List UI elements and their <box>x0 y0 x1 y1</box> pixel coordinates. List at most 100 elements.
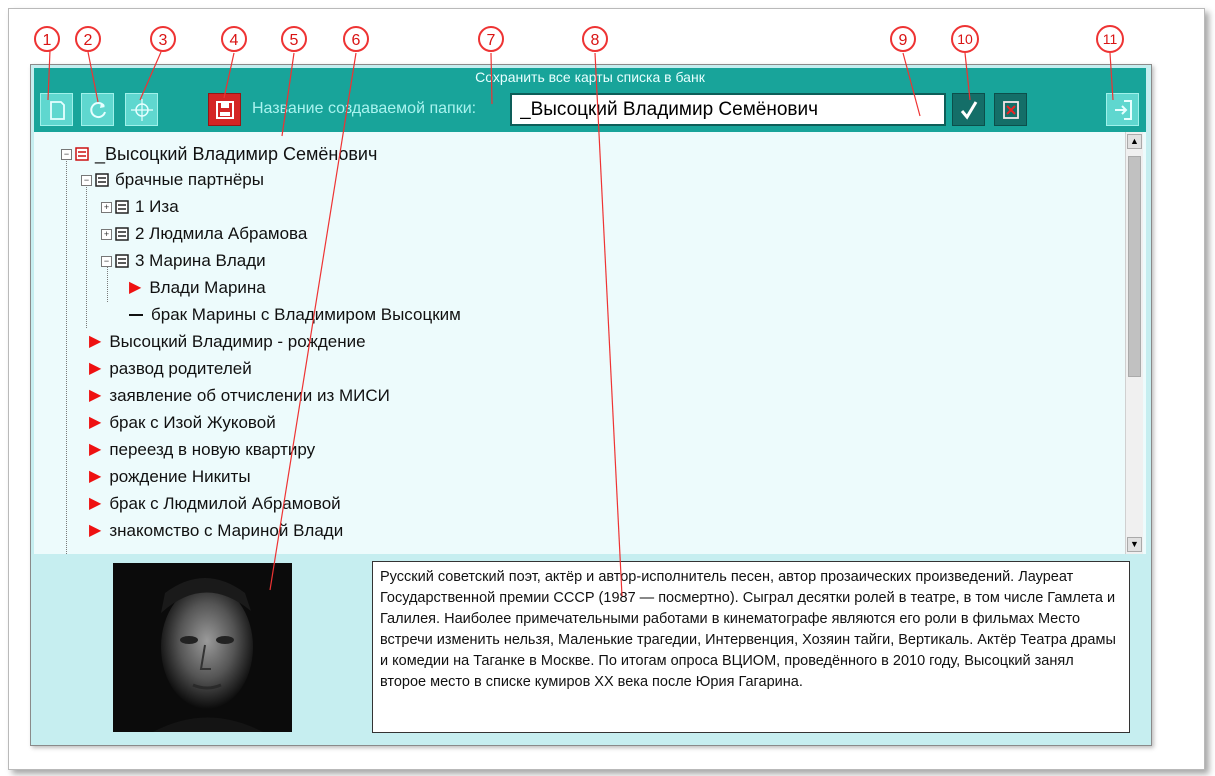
collapse-icon[interactable]: − <box>61 148 72 160</box>
svg-text:8: 8 <box>591 32 600 49</box>
red-triangle-icon: ▶ <box>89 360 102 377</box>
tree-node-partner-1[interactable]: + 1 Иза <box>101 194 179 220</box>
svg-text:2: 2 <box>84 32 93 49</box>
tree-event-label: брак с Изой Жуковой <box>109 413 276 432</box>
callout-9: 9 <box>890 26 916 52</box>
callout-6: 6 <box>343 26 369 52</box>
save-icon <box>215 100 234 119</box>
scroll-up-icon[interactable]: ▲ <box>1127 134 1142 149</box>
expand-icon[interactable]: + <box>101 201 112 213</box>
tree-node-label: брачные партнёры <box>115 170 264 189</box>
red-triangle-icon: ▶ <box>89 333 102 350</box>
folder-icon <box>95 173 109 187</box>
folder-icon <box>115 227 129 241</box>
svg-text:5: 5 <box>290 32 299 49</box>
tree-node-partner-3[interactable]: − 3 Марина Влади <box>101 248 266 274</box>
tree-card-marina[interactable]: ▶ Влади Марина <box>129 275 266 301</box>
cards-tree: − _Высоцкий Владимир Семёнович − брачные… <box>34 132 1146 554</box>
tree-node-partners[interactable]: − брачные партнёры <box>81 167 264 193</box>
callout-4: 4 <box>221 26 247 52</box>
svg-text:1: 1 <box>43 32 52 49</box>
svg-text:3: 3 <box>159 32 168 49</box>
card-description: Русский советский поэт, актёр и автор-ис… <box>372 561 1130 733</box>
tree-event-label: Высоцкий Владимир - рождение <box>109 332 366 351</box>
portrait-photo <box>113 563 292 732</box>
tree-card-marriage[interactable]: брак Марины с Владимиром Высоцким <box>129 302 461 328</box>
svg-text:7: 7 <box>487 32 496 49</box>
red-folder-icon <box>75 147 89 161</box>
tree-event[interactable]: ▶ Высоцкий Владимир - рождение <box>89 329 366 355</box>
red-triangle-icon: ▶ <box>89 522 102 539</box>
tree-event-label: заявление об отчислении из МИСИ <box>109 386 390 405</box>
callout-3: 3 <box>150 26 176 52</box>
dash-icon <box>129 314 143 316</box>
cancel-button[interactable] <box>994 93 1027 126</box>
callout-8: 8 <box>582 26 608 52</box>
red-triangle-icon: ▶ <box>89 387 102 404</box>
tree-card-label: Влади Марина <box>149 278 266 297</box>
tree-event[interactable]: ▶ развод родителей <box>89 356 252 382</box>
scroll-down-icon[interactable]: ▼ <box>1127 537 1142 552</box>
callout-11: 11 <box>1096 25 1124 53</box>
tree-root-label: _Высоцкий Владимир Семёнович <box>95 144 378 164</box>
folder-icon <box>115 254 129 268</box>
tree-line <box>86 178 87 328</box>
tree-line <box>66 152 67 554</box>
tree-node-partner-2[interactable]: + 2 Людмила Абрамова <box>101 221 307 247</box>
callout-5: 5 <box>281 26 307 52</box>
tree-root[interactable]: − _Высоцкий Владимир Семёнович <box>61 141 377 167</box>
refresh-button[interactable] <box>81 93 114 126</box>
callout-1: 1 <box>34 26 60 52</box>
document-icon <box>49 100 65 120</box>
toolbar: Название создаваемой папки: <box>34 86 1146 132</box>
exit-button[interactable] <box>1106 93 1139 126</box>
cancel-icon <box>1002 100 1019 119</box>
folder-name-label: Название создаваемой папки: <box>252 100 477 117</box>
expand-icon[interactable]: + <box>101 228 112 240</box>
tree-node-label: 2 Людмила Абрамова <box>135 224 308 243</box>
svg-text:9: 9 <box>899 32 908 49</box>
confirm-button[interactable] <box>952 93 985 126</box>
tree-event[interactable]: ▶ знакомство с Мариной Влади <box>89 518 343 544</box>
tree-event[interactable]: ▶ брак с Изой Жуковой <box>89 410 276 436</box>
tree-event-label: развод родителей <box>109 359 252 378</box>
tree-scrollbar[interactable]: ▲ ▼ <box>1125 132 1143 554</box>
confirm-checkmark-icon <box>960 100 977 120</box>
red-triangle-icon: ▶ <box>129 279 142 296</box>
svg-text:6: 6 <box>352 32 361 49</box>
save-cards-dialog: Сохранить все карты списка в банк Назван… <box>30 64 1152 746</box>
red-triangle-icon: ▶ <box>89 495 102 512</box>
collapse-icon[interactable]: − <box>101 255 112 267</box>
folder-name-input[interactable] <box>510 93 946 126</box>
tree-event[interactable]: ▶ брак с Людмилой Абрамовой <box>89 491 341 517</box>
tree-event-label: брак с Людмилой Абрамовой <box>109 494 341 513</box>
tree-event-label: переезд в новую квартиру <box>109 440 316 459</box>
tree-node-label: 1 Иза <box>135 197 179 216</box>
tree-event-label: рождение Никиты <box>109 467 251 486</box>
exit-icon <box>1114 99 1132 120</box>
tree-node-label: 3 Марина Влади <box>135 251 266 270</box>
tree-event[interactable]: ▶ переезд в новую квартиру <box>89 437 315 463</box>
svg-text:4: 4 <box>230 32 239 49</box>
red-triangle-icon: ▶ <box>89 441 102 458</box>
document-button[interactable] <box>40 93 73 126</box>
callout-10: 10 <box>951 25 979 53</box>
target-button[interactable] <box>125 93 158 126</box>
callout-2: 2 <box>75 26 101 52</box>
dialog-title: Сохранить все карты списка в банк <box>34 68 1146 86</box>
portrait-image <box>113 563 292 732</box>
collapse-icon[interactable]: − <box>81 174 92 186</box>
target-icon <box>130 98 153 121</box>
tree-event[interactable]: ▶ рождение Никиты <box>89 464 251 490</box>
scroll-thumb[interactable] <box>1128 156 1141 377</box>
red-triangle-icon: ▶ <box>89 414 102 431</box>
svg-text:10: 10 <box>957 31 973 47</box>
save-button[interactable] <box>208 93 241 126</box>
tree-event-label: знакомство с Мариной Влади <box>109 521 344 540</box>
tree-event[interactable]: ▶ заявление об отчислении из МИСИ <box>89 383 390 409</box>
folder-icon <box>115 200 129 214</box>
red-triangle-icon: ▶ <box>89 468 102 485</box>
svg-text:11: 11 <box>1103 31 1118 47</box>
tree-card-label: брак Марины с Владимиром Высоцким <box>151 305 461 324</box>
refresh-icon <box>89 101 106 118</box>
